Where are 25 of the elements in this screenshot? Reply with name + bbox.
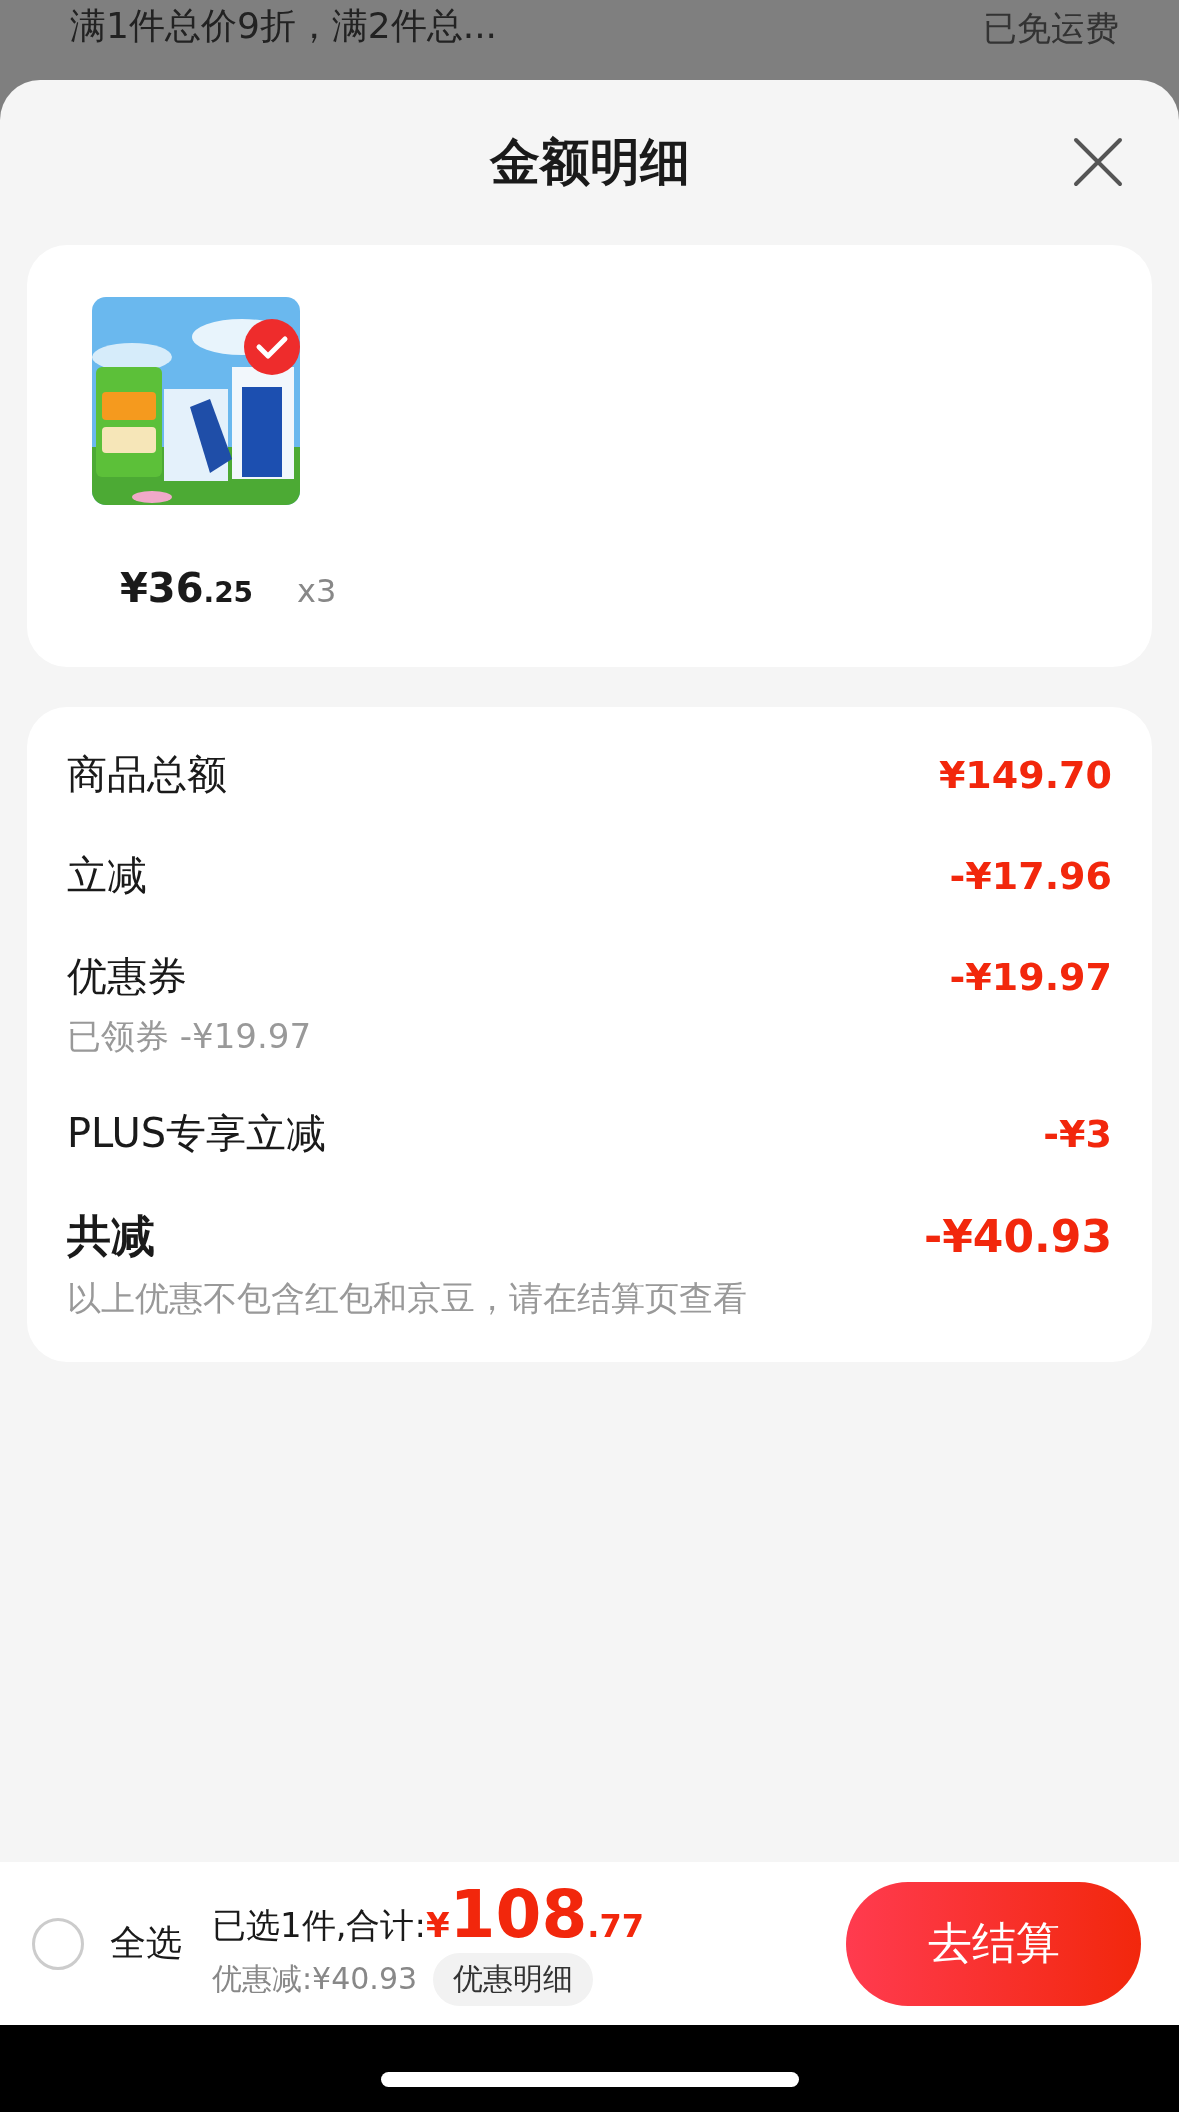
summary-amount: -¥19.97	[949, 954, 1112, 999]
shipping-text: 已免运费	[983, 7, 1119, 50]
home-indicator[interactable]	[380, 2072, 799, 2087]
close-icon[interactable]	[1072, 136, 1124, 188]
product-quantity: x3	[297, 572, 337, 610]
summary-amount: -¥40.93	[923, 1211, 1112, 1262]
product-price: ¥36.25	[120, 565, 254, 611]
discount-text: 优惠减:¥40.93	[212, 1959, 418, 1998]
summary-label: 商品总额	[67, 750, 227, 799]
summary-label: 共减	[67, 1209, 155, 1263]
discount-detail-button[interactable]: 优惠明细	[433, 1952, 594, 2006]
sheet-title: 金额明细	[489, 132, 690, 193]
selected-count-text: 已选1件,合计:	[212, 1903, 426, 1947]
promo-text: 满1件总价9折，满2件总...	[70, 4, 498, 48]
select-all-label[interactable]: 全选	[110, 1919, 182, 1968]
summary-note: 已领券 -¥19.97	[67, 1015, 313, 1058]
summary-note: 以上优惠不包含红包和京豆，请在结算页查看	[67, 1277, 748, 1320]
summary-label: 优惠券	[67, 952, 187, 1001]
summary-label: 立减	[67, 851, 147, 900]
summary-amount: -¥3	[1043, 1111, 1112, 1156]
summary-amount: -¥17.96	[949, 853, 1112, 898]
checkout-button[interactable]: 去结算	[846, 1881, 1141, 2006]
select-all-radio[interactable]	[32, 1917, 84, 1970]
summary-label: PLUS专享立减	[67, 1109, 327, 1158]
summary-amount: ¥149.70	[938, 752, 1112, 797]
